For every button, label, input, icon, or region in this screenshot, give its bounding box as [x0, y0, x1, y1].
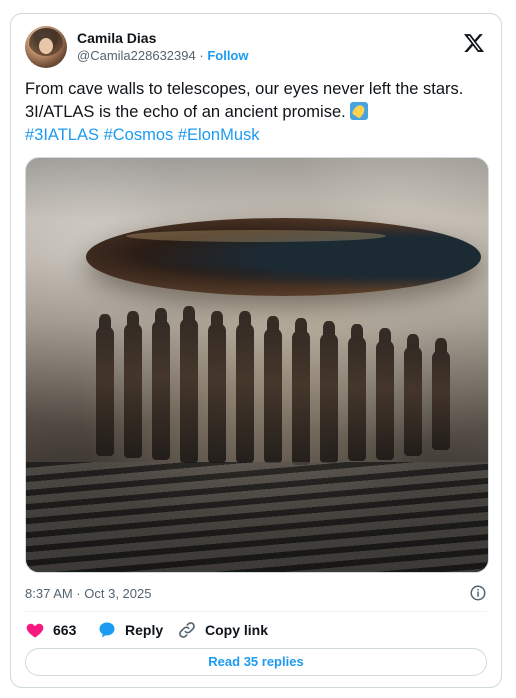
like-button[interactable]: 663 — [25, 617, 76, 643]
cave-painting-figure — [292, 318, 310, 465]
cave-painting-figure — [432, 338, 450, 450]
comet-icon — [350, 102, 369, 120]
x-logo-icon[interactable] — [463, 32, 485, 54]
cave-painting-figure — [180, 306, 198, 463]
cave-floor — [26, 462, 488, 572]
tweet-media-image[interactable] — [25, 157, 489, 573]
cave-painting-figure — [152, 308, 170, 460]
follow-button[interactable]: Follow — [207, 48, 248, 63]
reply-label: Reply — [125, 622, 164, 638]
read-replies-button[interactable]: Read 35 replies — [25, 648, 487, 676]
heart-icon — [26, 623, 44, 638]
cave-painting-figure — [348, 324, 366, 461]
copy-link-button[interactable]: Copy link — [177, 617, 268, 643]
timestamp[interactable]: 8:37 AM · Oct 3, 2025 — [25, 586, 151, 601]
cave-painting-figure — [208, 311, 226, 463]
cave-painting-cigar-shape — [86, 218, 481, 296]
cave-painting-figure — [320, 321, 338, 463]
divider — [25, 611, 487, 612]
cave-painting-figure — [236, 311, 254, 463]
cave-painting-figure — [264, 316, 282, 463]
info-icon[interactable] — [469, 584, 487, 602]
author-name[interactable]: Camila Dias — [77, 29, 249, 47]
hashtag-3iatlas[interactable]: #3IATLAS — [25, 126, 99, 144]
tweet-body: From cave walls to telescopes, our eyes … — [25, 80, 464, 121]
like-count: 663 — [53, 622, 77, 638]
hashtag-elonmusk[interactable]: #ElonMusk — [178, 126, 260, 144]
link-icon — [179, 622, 195, 638]
avatar-face — [39, 38, 53, 54]
timestamp-row: 8:37 AM · Oct 3, 2025 — [25, 584, 487, 604]
tweet-card: Camila Dias @Camila228632394 · Follow Fr… — [10, 13, 502, 688]
hashtag-cosmos[interactable]: #Cosmos — [104, 126, 174, 144]
author-block: Camila Dias @Camila228632394 · Follow — [77, 29, 249, 65]
tweet-text: From cave walls to telescopes, our eyes … — [25, 78, 485, 147]
action-bar: 663 Reply Copy link — [25, 617, 487, 643]
handle-line: @Camila228632394 · Follow — [77, 47, 249, 65]
cave-painting-figure — [404, 334, 422, 456]
author-handle[interactable]: @Camila228632394 — [77, 48, 196, 63]
tweet-header: Camila Dias @Camila228632394 · Follow — [25, 26, 487, 70]
reply-button[interactable]: Reply — [97, 617, 163, 643]
reply-bubble-icon — [99, 622, 115, 638]
avatar[interactable] — [25, 26, 67, 68]
cave-painting-figure — [96, 314, 114, 456]
copy-link-label: Copy link — [205, 622, 269, 638]
cave-painting-figure — [376, 328, 394, 460]
cave-painting-figure — [124, 311, 142, 458]
separator-dot: · — [199, 48, 204, 63]
